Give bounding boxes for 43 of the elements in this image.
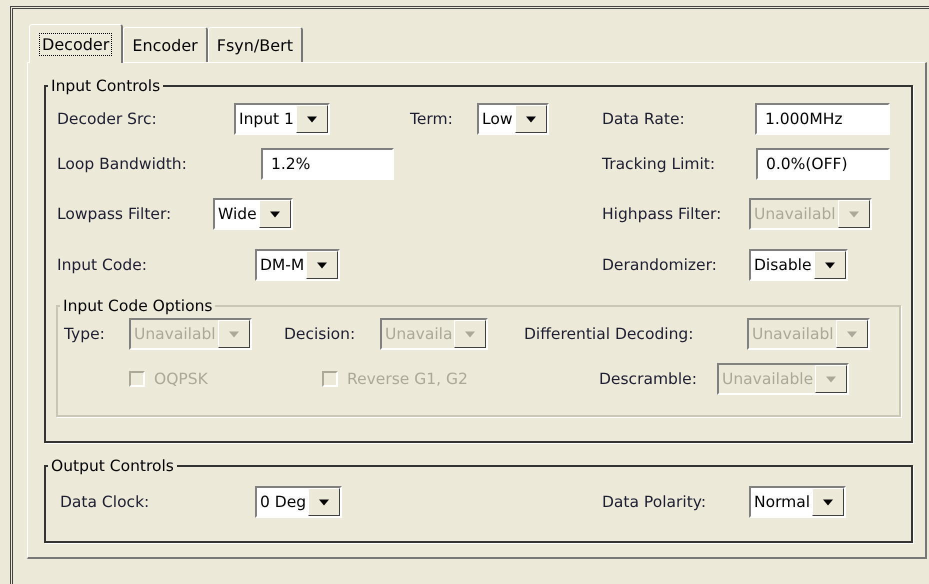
dropdown-arrow-icon [318, 498, 330, 506]
field-label: Type: [64, 325, 105, 343]
dropdown[interactable]: Normal [749, 486, 846, 518]
field-label: Data Rate: [602, 110, 685, 128]
dropdown-arrow-icon [848, 210, 860, 218]
field-label: Differential Decoding: [524, 325, 694, 343]
field-label: Term: [410, 110, 453, 128]
dropdown-arrow-icon [822, 498, 834, 506]
dropdown-arrow-icon [464, 330, 476, 338]
dropdown[interactable]: Input 1 [234, 103, 330, 135]
dropdown-arrow-icon [524, 116, 537, 122]
dropdown-arrow-icon [228, 330, 240, 338]
field-label: Tracking Limit: [602, 155, 716, 173]
text-field[interactable]: 1.2% [261, 148, 394, 180]
text-field[interactable]: 0.0%(OFF) [756, 148, 890, 180]
group-title: Input Controls [50, 77, 162, 95]
field-label: Decision: [284, 325, 356, 343]
dropdown-arrow-icon [316, 262, 328, 268]
dropdown[interactable]: Disable [749, 249, 848, 281]
dropdown[interactable]: DM-M [255, 249, 340, 281]
field-label: Highpass Filter: [602, 205, 722, 223]
dropdown[interactable]: 0 Deg [255, 486, 342, 518]
dropdown-arrow-icon [825, 376, 838, 382]
dropdown-arrow-icon [846, 330, 858, 338]
field-label: Input Code: [57, 256, 147, 274]
field-label: Descramble: [599, 370, 697, 388]
dropdown[interactable]: Low [477, 103, 549, 135]
field-label: Data Polarity: [602, 493, 706, 511]
field-label: Derandomizer: [602, 256, 717, 274]
dropdown-arrow-icon [824, 262, 836, 268]
field-label: Data Clock: [60, 493, 150, 511]
tab[interactable]: Decoder [29, 24, 124, 63]
dropdown[interactable]: Wide [213, 198, 293, 230]
text-field[interactable]: 1.000MHz [755, 103, 890, 135]
field-label: Loop Bandwidth: [57, 155, 187, 173]
dropdown-arrow-icon [268, 210, 281, 218]
tab[interactable]: Encoder [123, 27, 208, 62]
tab[interactable]: Fsyn/Bert [208, 27, 303, 62]
group-title: Input Code Options [62, 297, 214, 315]
field-label: Lowpass Filter: [57, 205, 172, 223]
group-title: Output Controls [50, 457, 175, 475]
dropdown-arrow-icon [306, 116, 318, 122]
field-label: Decoder Src: [57, 110, 157, 128]
